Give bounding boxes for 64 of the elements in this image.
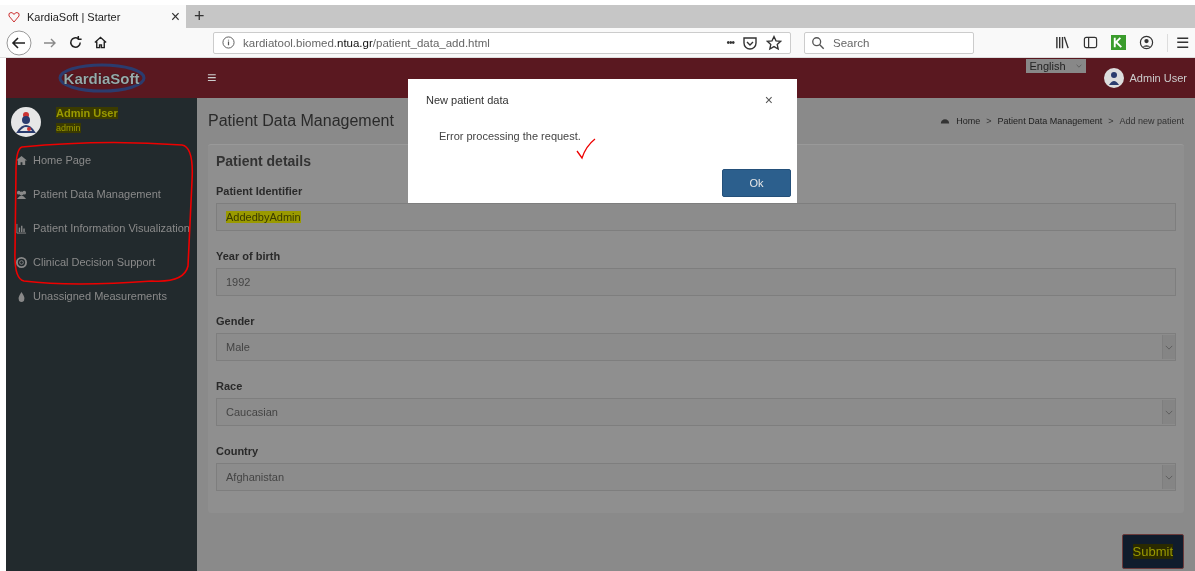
breadcrumb-link[interactable]: Patient Data Management: [997, 116, 1103, 126]
library-icon[interactable]: [1055, 35, 1070, 50]
heart-icon: [8, 10, 20, 23]
panel-title: Patient details: [216, 153, 312, 169]
field-label: Patient Identifier: [216, 185, 304, 197]
avatar-icon: [11, 107, 41, 137]
dialog-title: New patient data: [426, 94, 509, 106]
select-field[interactable]: Caucasian: [216, 398, 1176, 426]
select-field[interactable]: Male: [216, 333, 1176, 361]
user-name: Admin User: [56, 107, 118, 119]
drop-icon: [16, 290, 27, 302]
more-icon[interactable]: •••: [726, 37, 734, 48]
breadcrumb-separator: >: [1108, 116, 1114, 126]
breadcrumb-link[interactable]: Add new patient: [1119, 116, 1184, 126]
new-tab-button[interactable]: +: [186, 5, 213, 28]
back-icon[interactable]: [6, 29, 32, 56]
language-select[interactable]: English: [1025, 59, 1086, 73]
logo[interactable]: KardiaSoft: [56, 63, 147, 93]
sidebar-item[interactable]: Home Page: [6, 143, 197, 177]
ok-button[interactable]: Ok: [722, 169, 791, 197]
extension-icon[interactable]: [1111, 35, 1126, 50]
sidebar-item[interactable]: Unassigned Measurements: [6, 279, 197, 313]
lifebuoy-icon: [16, 256, 27, 268]
avatar-icon: [1103, 68, 1124, 88]
browser-tab[interactable]: KardiaSoft | Starter ×: [0, 5, 186, 28]
close-button[interactable]: ×: [764, 92, 773, 108]
tab-title: KardiaSoft | Starter: [27, 10, 122, 23]
chevron-icon: [1165, 409, 1173, 415]
search-field[interactable]: Search: [804, 31, 974, 54]
reload-icon[interactable]: [68, 35, 83, 50]
select-field[interactable]: Afghanistan: [216, 463, 1176, 491]
menu-button[interactable]: ☰: [1167, 33, 1189, 52]
account-icon[interactable]: [1139, 35, 1154, 50]
users-icon: [16, 188, 27, 200]
field-label: Country: [216, 445, 260, 457]
info-icon: [222, 36, 235, 49]
input-field[interactable]: 1992: [216, 268, 1176, 296]
page-title: Patient Data Management: [208, 112, 394, 130]
home-icon[interactable]: [93, 35, 108, 50]
sidebar-icon[interactable]: [1083, 35, 1098, 50]
sidebar-item[interactable]: Clinical Decision Support: [6, 245, 197, 279]
home-icon: [16, 154, 27, 166]
chart-icon: [16, 222, 27, 234]
chevron-icon: [1075, 63, 1082, 69]
sidebar-item[interactable]: Patient Information Visualization: [6, 211, 197, 245]
dashboard-icon: [940, 116, 951, 126]
error-message: Error processing the request.: [439, 130, 581, 142]
submit-button[interactable]: Submit: [1121, 534, 1184, 569]
chevron-icon: [1165, 474, 1173, 480]
user-name[interactable]: Admin User: [1129, 72, 1187, 84]
breadcrumb-separator: >: [986, 116, 992, 126]
star-icon[interactable]: [766, 34, 782, 51]
breadcrumb-link[interactable]: Home: [956, 116, 981, 126]
pocket-icon[interactable]: [742, 34, 758, 51]
menu-toggle[interactable]: ≡: [207, 69, 217, 87]
input-field[interactable]: AddedbyAdmin: [216, 203, 1176, 231]
field-label: Year of birth: [216, 250, 282, 262]
user-role: admin: [56, 123, 81, 133]
address-bar[interactable]: kardiatool.biomed.ntua.gr/patient_data_add.html •••: [213, 31, 791, 54]
field-label: Race: [216, 380, 244, 392]
sidebar-item[interactable]: Patient Data Management: [6, 177, 197, 211]
close-tab-button[interactable]: ×: [170, 7, 180, 26]
chevron-icon: [1165, 344, 1173, 350]
field-label: Gender: [216, 315, 256, 327]
